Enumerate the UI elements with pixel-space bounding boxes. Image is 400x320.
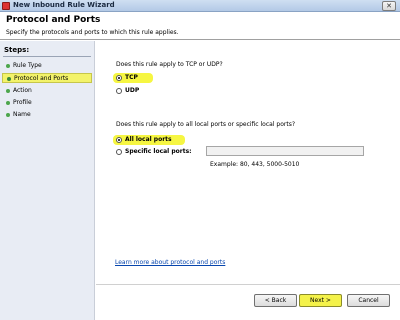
radio-icon [116,88,122,94]
page-title: Protocol and Ports [6,15,101,25]
steps-sidebar: Steps: Rule Type Protocol and Ports Acti… [0,41,95,320]
back-button[interactable]: < Back [254,294,297,307]
step-label: Action [13,87,32,94]
ports-question: Does this rule apply to all local ports … [116,121,296,128]
radio-selected-icon [116,137,122,143]
radio-selected-icon [116,75,122,81]
step-bullet-icon [6,89,10,93]
all-local-ports-label: All local ports [125,136,172,143]
title-bar: New Inbound Rule Wizard ✕ [0,0,400,12]
step-protocol-and-ports[interactable]: Protocol and Ports [2,73,92,83]
step-bullet-icon [6,101,10,105]
main-panel: Does this rule apply to TCP or UDP? TCP … [96,41,400,320]
tcp-radio-option[interactable]: TCP [113,73,153,83]
close-button[interactable]: ✕ [382,1,396,11]
steps-heading: Steps: [4,46,30,54]
step-label: Rule Type [13,62,42,69]
footer-divider [96,284,400,285]
step-label: Protocol and Ports [14,75,69,82]
udp-radio-option[interactable]: UDP [113,86,153,96]
next-button[interactable]: Next > [299,294,342,307]
step-action[interactable]: Action [2,86,92,96]
step-bullet-icon [6,64,10,68]
step-bullet-icon [7,77,11,81]
learn-more-link[interactable]: Learn more about protocol and ports [115,259,225,266]
protocol-question: Does this rule apply to TCP or UDP? [116,61,223,68]
specific-local-ports-option[interactable]: Specific local ports: [113,147,201,157]
page-subtitle: Specify the protocols and ports to which… [6,29,179,36]
ports-example-text: Example: 80, 443, 5000-5010 [210,161,300,168]
udp-label: UDP [125,87,140,94]
step-rule-type[interactable]: Rule Type [2,61,92,71]
radio-icon [116,149,122,155]
step-label: Profile [13,99,32,106]
cancel-button[interactable]: Cancel [347,294,390,307]
steps-divider [3,56,91,57]
firewall-icon [2,2,10,10]
specific-local-ports-label: Specific local ports: [125,148,192,155]
step-bullet-icon [6,113,10,117]
step-profile[interactable]: Profile [2,98,92,108]
window-title: New Inbound Rule Wizard [13,1,115,9]
page-header: Protocol and Ports Specify the protocols… [0,12,400,40]
step-name[interactable]: Name [2,110,92,120]
tcp-label: TCP [125,74,138,81]
all-local-ports-option[interactable]: All local ports [113,135,185,145]
local-ports-input[interactable] [206,146,364,156]
step-label: Name [13,111,31,118]
